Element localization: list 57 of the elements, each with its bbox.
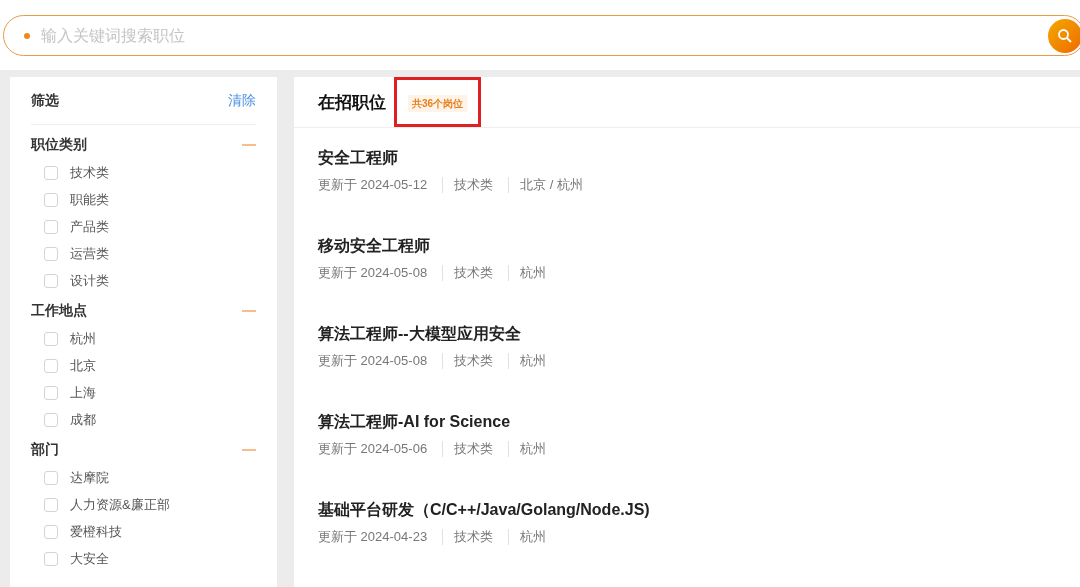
job-title-link[interactable]: 算法工程师-AI for Science — [318, 412, 511, 433]
section-title: 部门 — [31, 441, 59, 459]
job-location: 杭州 — [520, 528, 547, 546]
option-label: 杭州 — [70, 329, 96, 348]
count-badge: 共36个岗位 — [408, 95, 468, 112]
filter-title: 筛选 — [31, 91, 59, 110]
section-title: 职位类别 — [31, 136, 87, 154]
checkbox[interactable] — [44, 273, 58, 288]
update-date: 更新于 2024-05-12 — [318, 176, 428, 194]
job-category: 技术类 — [454, 440, 494, 458]
option-label: 成都 — [70, 410, 96, 429]
checkbox[interactable] — [44, 219, 58, 234]
checkbox[interactable] — [44, 470, 58, 485]
job-location: 北京 / 杭州 — [520, 176, 583, 194]
job-location: 杭州 — [520, 352, 547, 370]
job-category: 技术类 — [454, 352, 494, 370]
search-input[interactable]: 输入关键词搜索职位 — [39, 25, 1048, 46]
search-button[interactable] — [1048, 18, 1080, 53]
dot-icon — [24, 32, 30, 39]
option-label: 技术类 — [70, 163, 109, 182]
job-title-link[interactable]: 算法工程师--大模型应用安全 — [318, 324, 521, 345]
job-category: 技术类 — [454, 264, 494, 282]
checkbox[interactable] — [44, 165, 58, 180]
option-label: 运营类 — [70, 244, 109, 263]
checkbox[interactable] — [44, 246, 58, 261]
checkbox[interactable] — [44, 412, 58, 427]
checkbox[interactable] — [44, 524, 58, 539]
checkbox[interactable] — [44, 331, 58, 346]
option-label: 北京 — [70, 356, 96, 375]
checkbox[interactable] — [44, 358, 58, 373]
update-date: 更新于 2024-05-08 — [318, 352, 428, 370]
job-category: 技术类 — [454, 528, 494, 546]
job-title-link[interactable]: 安全工程师 — [318, 148, 398, 169]
option-label: 大安全 — [70, 549, 109, 568]
checkbox[interactable] — [44, 551, 58, 566]
option-label: 达摩院 — [70, 468, 109, 487]
option-label: 人力资源&廉正部 — [70, 495, 170, 514]
job-location: 杭州 — [520, 440, 547, 458]
checkbox[interactable] — [44, 192, 58, 207]
clear-link[interactable]: 清除 — [228, 91, 256, 110]
option-label: 产品类 — [70, 217, 109, 236]
job-category: 技术类 — [454, 176, 494, 194]
checkbox[interactable] — [44, 497, 58, 512]
search-icon — [1057, 27, 1073, 44]
option-label: 爱橙科技 — [70, 522, 122, 541]
section-title: 工作地点 — [31, 302, 87, 320]
update-date: 更新于 2024-04-23 — [318, 528, 428, 546]
update-date: 更新于 2024-05-08 — [318, 264, 428, 282]
job-title-link[interactable]: 移动安全工程师 — [318, 236, 430, 257]
jobs-title: 在招职位 — [318, 91, 386, 114]
option-label: 职能类 — [70, 190, 109, 209]
update-date: 更新于 2024-05-06 — [318, 440, 428, 458]
checkbox[interactable] — [44, 385, 58, 400]
job-title-link[interactable]: 基础平台研发（C/C++/Java/Golang/Node.JS) — [318, 500, 650, 521]
job-location: 杭州 — [520, 264, 547, 282]
option-label: 设计类 — [70, 271, 109, 290]
option-label: 上海 — [70, 383, 96, 402]
